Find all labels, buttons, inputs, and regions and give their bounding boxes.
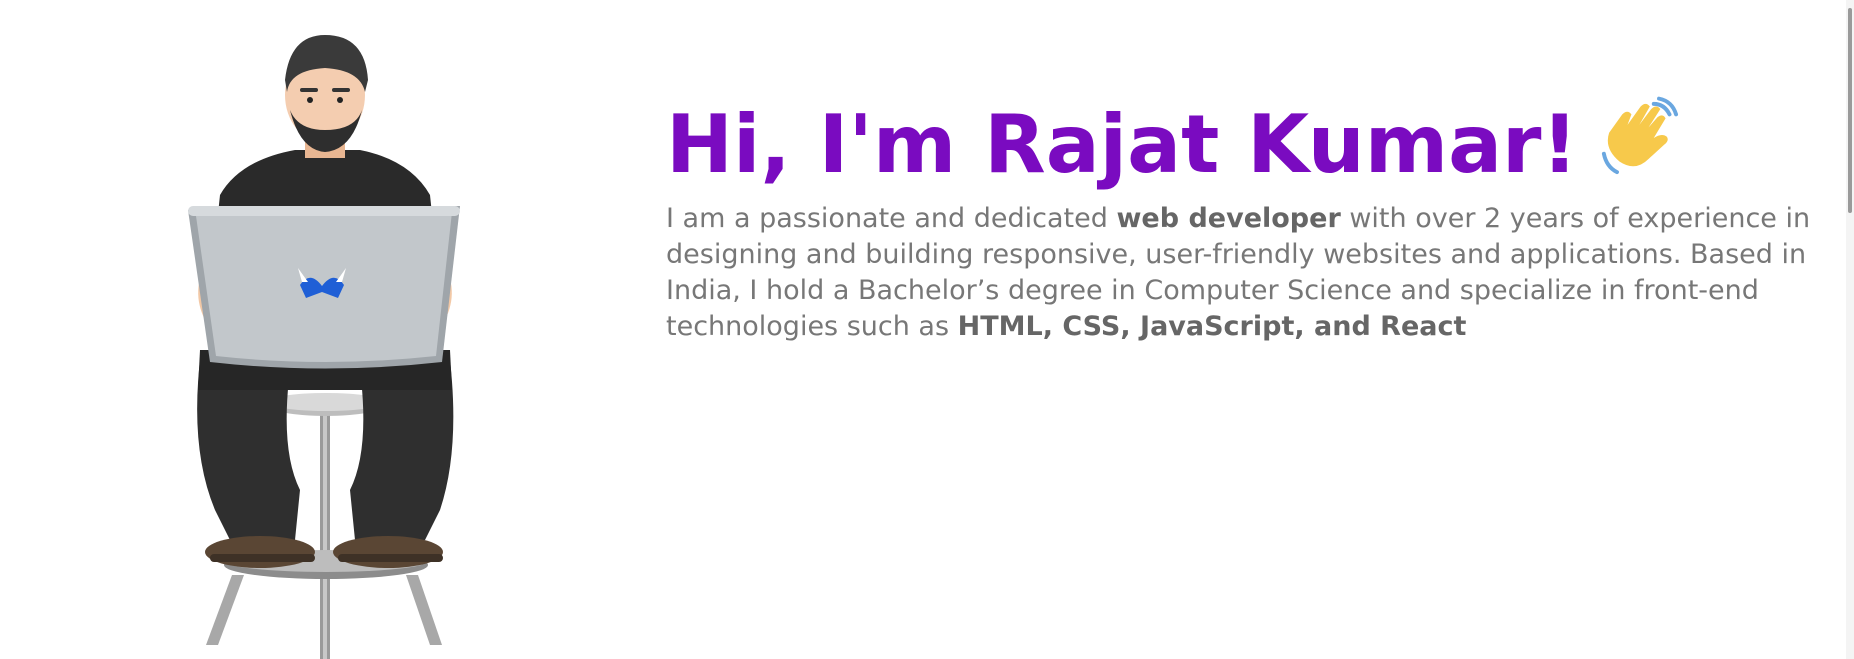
- scrollbar-thumb[interactable]: [1848, 8, 1852, 213]
- page-scrollbar[interactable]: [1846, 0, 1854, 659]
- bio-paragraph: I am a passionate and dedicated web deve…: [666, 201, 1841, 345]
- bio-intro-text: I am a passionate and dedicated: [666, 203, 1117, 234]
- laptop-icon: [188, 206, 460, 369]
- bio-role-highlight: web developer: [1116, 203, 1341, 234]
- waving-hand-icon: [1601, 96, 1679, 175]
- intro-block: Hi, I'm Rajat Kumar! I am a passionate a…: [666, 95, 1841, 345]
- page-title: Hi, I'm Rajat Kumar!: [666, 95, 1841, 195]
- bio-skills-highlight: HTML, CSS, JavaScript, and React: [957, 311, 1467, 342]
- hero-section: Hi, I'm Rajat Kumar! I am a passionate a…: [0, 0, 1854, 659]
- greeting-text: Hi, I'm Rajat Kumar!: [666, 98, 1578, 191]
- developer-with-laptop-illustration: [188, 35, 460, 659]
